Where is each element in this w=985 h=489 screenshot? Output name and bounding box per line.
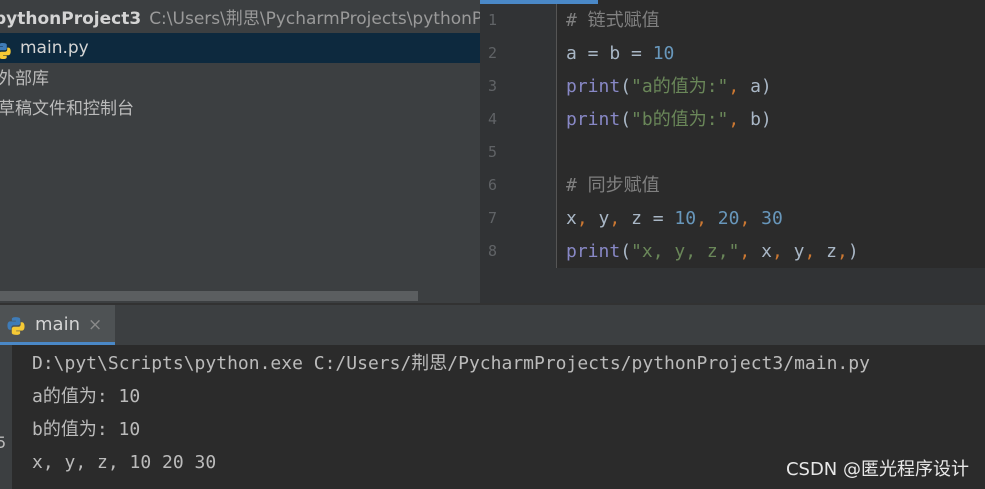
code-line[interactable]: 5 bbox=[480, 136, 985, 169]
identifier-token: b bbox=[750, 109, 761, 130]
comment-token: # 同步赋值 bbox=[566, 175, 660, 196]
code-line[interactable]: 4 print("b的值为:", b) bbox=[480, 103, 985, 136]
identifier-token: y bbox=[793, 241, 805, 262]
python-icon bbox=[6, 316, 26, 340]
scratches-node[interactable]: 草稿文件和控制台 bbox=[0, 94, 134, 124]
number-token: 30 bbox=[761, 208, 783, 229]
identifier-token: a bbox=[750, 76, 761, 97]
line-number: 5 bbox=[488, 143, 498, 161]
paren-token: ) bbox=[760, 109, 772, 130]
identifier-token: b bbox=[609, 43, 621, 64]
comment-token: # 链式赋值 bbox=[566, 10, 660, 31]
identifier-token: a bbox=[566, 43, 577, 64]
project-root-node[interactable]: pythonProject3 C:\Users\荆思\PycharmProject… bbox=[0, 4, 480, 34]
code-line[interactable]: 1 # 链式赋值 bbox=[480, 4, 985, 37]
identifier-token: x bbox=[761, 241, 772, 262]
code-text: x, y, z = 10, 20, 30 bbox=[566, 202, 783, 235]
file-name-main-py: main.py bbox=[20, 38, 89, 58]
code-text: a = b = 10 bbox=[566, 37, 674, 70]
code-editor[interactable]: 1 # 链式赋值 2 a = b = 10 3 print("a的值为:", a… bbox=[480, 0, 985, 303]
code-line[interactable]: 6 # 同步赋值 bbox=[480, 169, 985, 202]
string-token: "x, y, z," bbox=[631, 241, 740, 262]
run-tab-main[interactable]: main × bbox=[0, 305, 115, 345]
comma-token: , bbox=[739, 241, 762, 262]
operator-token: = bbox=[576, 43, 610, 64]
comma-token: , bbox=[728, 109, 751, 130]
external-libraries-label: 外部库 bbox=[0, 69, 49, 89]
identifier-token: z bbox=[631, 208, 642, 229]
comma-token: , bbox=[739, 208, 762, 229]
code-line[interactable]: 2 a = b = 10 bbox=[480, 37, 985, 70]
number-token: 10 bbox=[674, 208, 697, 229]
paren-token: ) bbox=[760, 76, 772, 97]
watermark-text: CSDN @匿光程序设计 bbox=[785, 459, 969, 480]
console-line: a的值为: 10 bbox=[32, 386, 141, 407]
builtin-token: print bbox=[566, 109, 621, 130]
console-line: x, y, z, 10 20 30 bbox=[32, 452, 217, 473]
builtin-token: print bbox=[566, 241, 621, 262]
builtin-token: print bbox=[566, 76, 621, 97]
line-number: 4 bbox=[488, 110, 498, 128]
run-tab-label: main bbox=[35, 314, 80, 335]
string-token: "b的值为:" bbox=[631, 109, 729, 130]
code-line[interactable]: 3 print("a的值为:", a) bbox=[480, 70, 985, 103]
code-text: # 同步赋值 bbox=[566, 169, 660, 202]
scratches-label: 草稿文件和控制台 bbox=[0, 99, 134, 119]
project-panel: pythonProject3 C:\Users\荆思\PycharmProject… bbox=[0, 0, 480, 303]
paren-token: ( bbox=[620, 241, 632, 262]
code-text: print("x, y, z,", x, y, z,) bbox=[566, 235, 859, 268]
comma-token: , bbox=[728, 76, 751, 97]
identifier-token: x bbox=[566, 208, 577, 229]
line-number: 3 bbox=[488, 77, 498, 95]
code-text: print("a的值为:", a) bbox=[566, 70, 772, 103]
line-number: 8 bbox=[488, 242, 498, 260]
code-text: print("b的值为:", b) bbox=[566, 103, 772, 136]
project-scrollbar-thumb[interactable] bbox=[0, 291, 418, 301]
comma-token: , bbox=[837, 241, 848, 262]
toolbar-glyph[interactable]: 5 bbox=[0, 433, 6, 452]
comma-token: , bbox=[696, 208, 718, 229]
comma-token: , bbox=[804, 241, 827, 262]
operator-token: = bbox=[620, 43, 653, 64]
file-node-main-py[interactable]: main.py bbox=[0, 33, 480, 63]
paren-token: ( bbox=[620, 76, 632, 97]
operator-token: = bbox=[641, 208, 675, 229]
identifier-token: z bbox=[826, 241, 837, 262]
paren-token: ( bbox=[620, 109, 632, 130]
string-token: "a的值为:" bbox=[631, 76, 729, 97]
code-line[interactable]: 7 x, y, z = 10, 20, 30 bbox=[480, 202, 985, 235]
line-number: 2 bbox=[488, 44, 498, 62]
line-number: 1 bbox=[488, 11, 498, 29]
identifier-token: y bbox=[598, 208, 610, 229]
console-line: b的值为: 10 bbox=[32, 419, 141, 440]
console-line: D:\pyt\Scripts\python.exe C:/Users/荆思/Py… bbox=[32, 353, 870, 374]
comma-token: , bbox=[576, 208, 599, 229]
paren-token: ) bbox=[847, 241, 859, 262]
editor-footer-area bbox=[480, 268, 985, 303]
project-root-name: pythonProject3 bbox=[0, 9, 142, 29]
run-panel-header: main × bbox=[0, 305, 985, 345]
console-toolbar: 5 bbox=[0, 345, 12, 489]
comma-token: , bbox=[771, 241, 794, 262]
number-token: 10 bbox=[652, 43, 675, 64]
project-root-path: C:\Users\荆思\PycharmProjects\pythonP bbox=[149, 9, 480, 29]
close-icon[interactable]: × bbox=[88, 305, 102, 345]
number-token: 20 bbox=[717, 208, 740, 229]
code-text: # 链式赋值 bbox=[566, 4, 660, 37]
comma-token: , bbox=[609, 208, 632, 229]
code-line[interactable]: 8 print("x, y, z,", x, y, z,) bbox=[480, 235, 985, 268]
external-libraries-node[interactable]: 外部库 bbox=[0, 64, 49, 94]
line-number: 6 bbox=[488, 176, 498, 194]
line-number: 7 bbox=[488, 209, 498, 227]
